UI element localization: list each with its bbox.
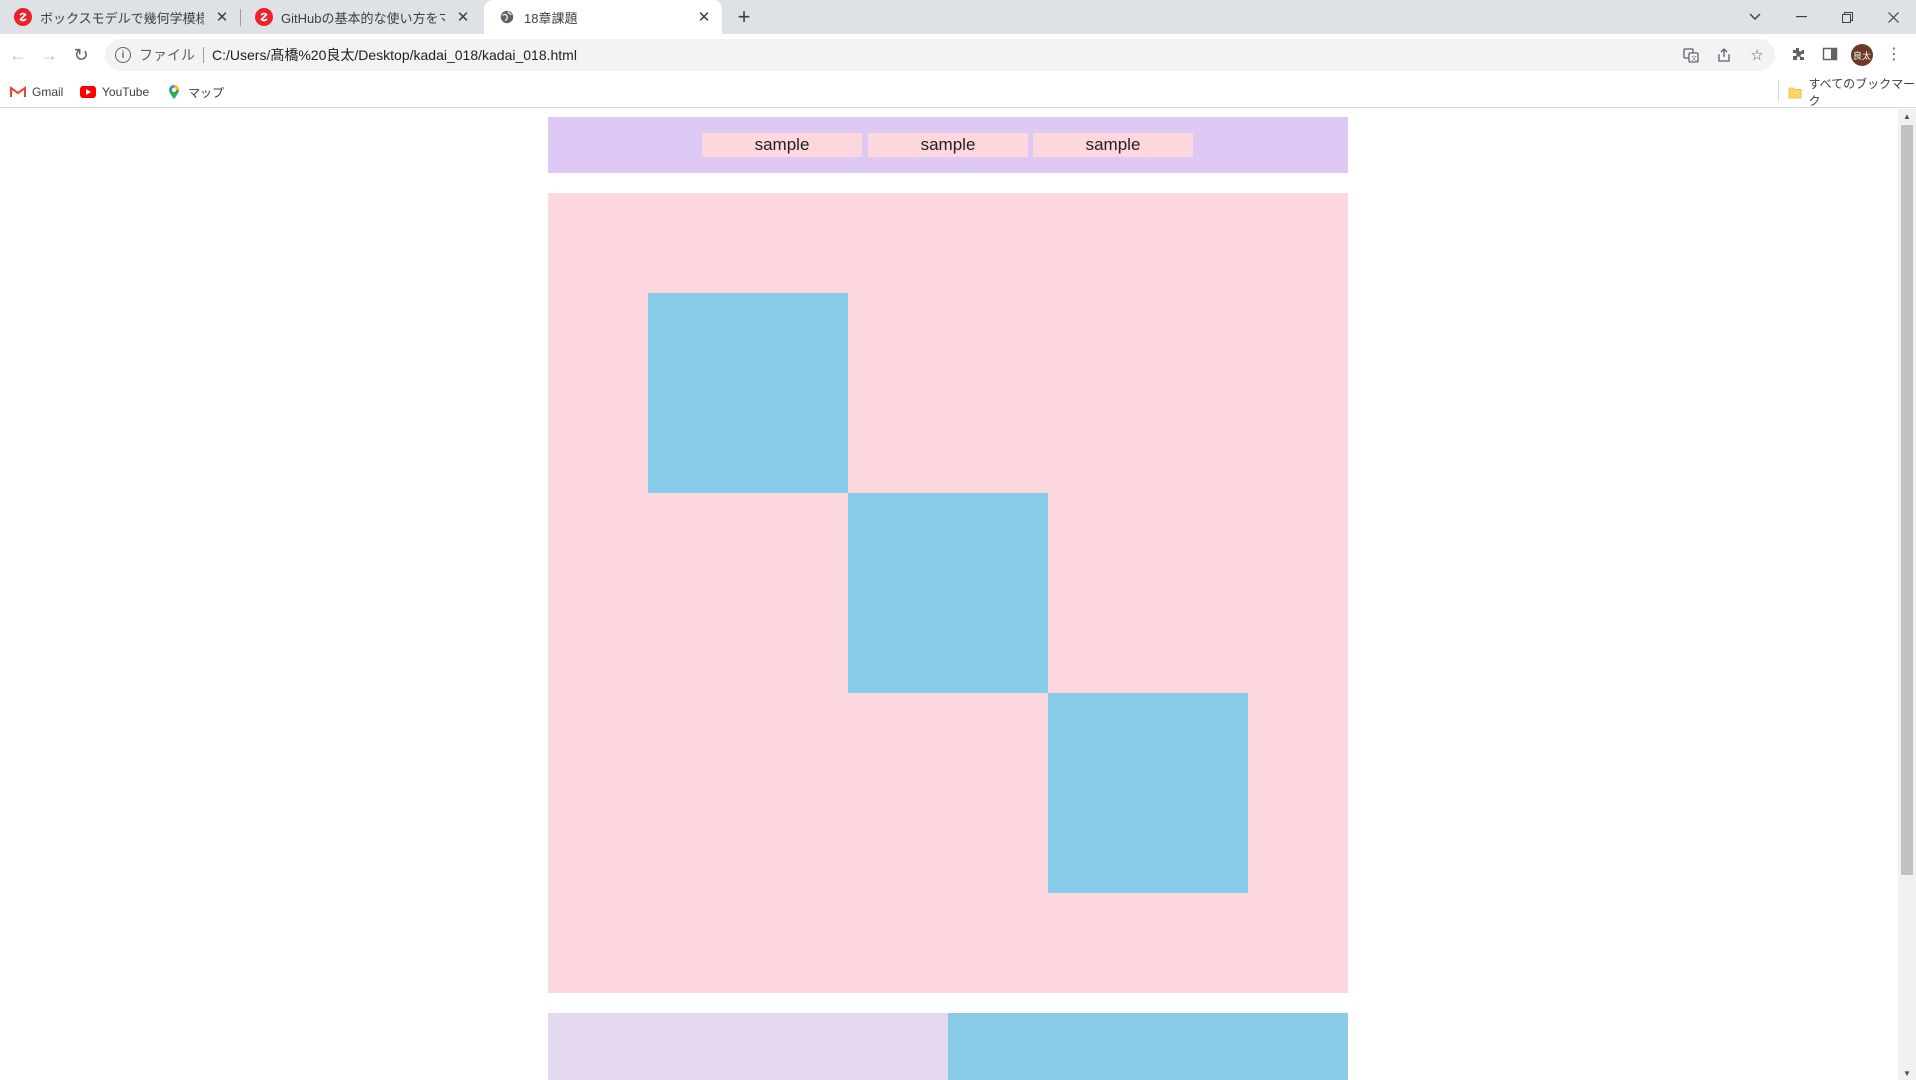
footer-left-block: [548, 1013, 948, 1080]
browser-toolbar: ← → ↻ i ファイル C:/Users/髙橋%20良太/Desktop/ka…: [0, 34, 1916, 76]
scroll-down-arrow-icon[interactable]: ▼: [1898, 1066, 1916, 1080]
profile-avatar[interactable]: 良太: [1851, 44, 1873, 66]
restore-icon[interactable]: [1825, 0, 1869, 34]
blue-square-2: [848, 493, 1048, 693]
nav-link-sample-3[interactable]: sample: [1033, 133, 1193, 157]
gmail-icon: [10, 84, 26, 100]
new-tab-icon[interactable]: +: [732, 4, 756, 29]
translate-icon[interactable]: 文: [1679, 43, 1703, 67]
side-panel-icon[interactable]: [1817, 41, 1843, 67]
extensions-icon[interactable]: [1785, 41, 1811, 67]
bookmark-label: マップ: [188, 85, 225, 100]
nav-link-sample-1[interactable]: sample: [702, 133, 862, 157]
svg-text:文: 文: [1691, 55, 1697, 63]
minimize-icon[interactable]: [1779, 0, 1823, 34]
bookmarks-divider: [1778, 80, 1779, 102]
bookmark-star-icon[interactable]: ☆: [1745, 43, 1769, 67]
tab-18-kadai[interactable]: 18章課題 ✕: [484, 0, 722, 34]
footer-right-block: [948, 1013, 1348, 1080]
tab-github[interactable]: GitHubの基本的な使い方をマスター ✕: [241, 0, 481, 34]
bookmark-label: すべてのブックマーク: [1808, 77, 1916, 108]
page-header: sample sample sample: [548, 117, 1348, 173]
tab-boxmodel[interactable]: ボックスモデルで幾何学模様のページ ✕: [0, 0, 240, 34]
kebab-menu-icon[interactable]: ⋮: [1881, 41, 1907, 67]
folder-icon: [1788, 84, 1803, 100]
page-viewport: sample sample sample: [0, 109, 1898, 1080]
window-close-icon[interactable]: [1871, 0, 1915, 34]
close-icon[interactable]: ✕: [453, 7, 473, 27]
close-icon[interactable]: ✕: [694, 7, 714, 27]
bookmark-gmail[interactable]: Gmail: [10, 83, 63, 101]
maps-pin-icon: [166, 84, 182, 100]
bookmark-maps[interactable]: マップ: [166, 83, 224, 101]
bookmark-youtube[interactable]: YouTube: [80, 83, 149, 101]
back-arrow-icon[interactable]: ←: [4, 41, 32, 69]
bookmarks-bar: Gmail YouTube マップ すべてのブックマーク: [0, 76, 1916, 108]
bookmark-label: YouTube: [102, 85, 150, 99]
vertical-scrollbar[interactable]: ▲ ▼: [1898, 109, 1916, 1080]
all-bookmarks-folder[interactable]: すべてのブックマーク: [1788, 77, 1916, 108]
address-divider: [203, 47, 204, 63]
nav-link-sample-2[interactable]: sample: [868, 133, 1028, 157]
site-info-icon[interactable]: i: [115, 47, 131, 63]
scrollbar-thumb[interactable]: [1901, 125, 1913, 875]
reload-icon[interactable]: ↻: [67, 41, 95, 69]
forward-arrow-icon[interactable]: →: [35, 41, 63, 69]
tab-search-chevron-icon[interactable]: [1733, 0, 1777, 34]
scroll-up-arrow-icon[interactable]: ▲: [1898, 109, 1916, 123]
samurai-logo-icon: [14, 8, 32, 26]
tab-strip: ボックスモデルで幾何学模様のページ ✕ GitHubの基本的な使い方をマスター …: [0, 0, 1916, 34]
share-icon[interactable]: [1712, 43, 1736, 67]
tab-title: 18章課題: [524, 10, 578, 26]
blue-square-3: [1048, 693, 1248, 893]
blue-square-1: [648, 293, 848, 493]
close-icon[interactable]: ✕: [212, 7, 232, 27]
main-canvas: [548, 193, 1348, 993]
tab-title: GitHubの基本的な使い方をマスター: [281, 10, 445, 26]
scheme-label: ファイル: [139, 47, 195, 63]
youtube-icon: [80, 84, 96, 100]
globe-icon: [498, 8, 516, 26]
tab-title: ボックスモデルで幾何学模様のページ: [40, 10, 204, 26]
address-bar[interactable]: i ファイル C:/Users/髙橋%20良太/Desktop/kadai_01…: [105, 39, 1775, 71]
samurai-logo-icon: [255, 8, 273, 26]
url-text[interactable]: C:/Users/髙橋%20良太/Desktop/kadai_018/kadai…: [212, 45, 577, 65]
bookmark-label: Gmail: [32, 85, 64, 99]
